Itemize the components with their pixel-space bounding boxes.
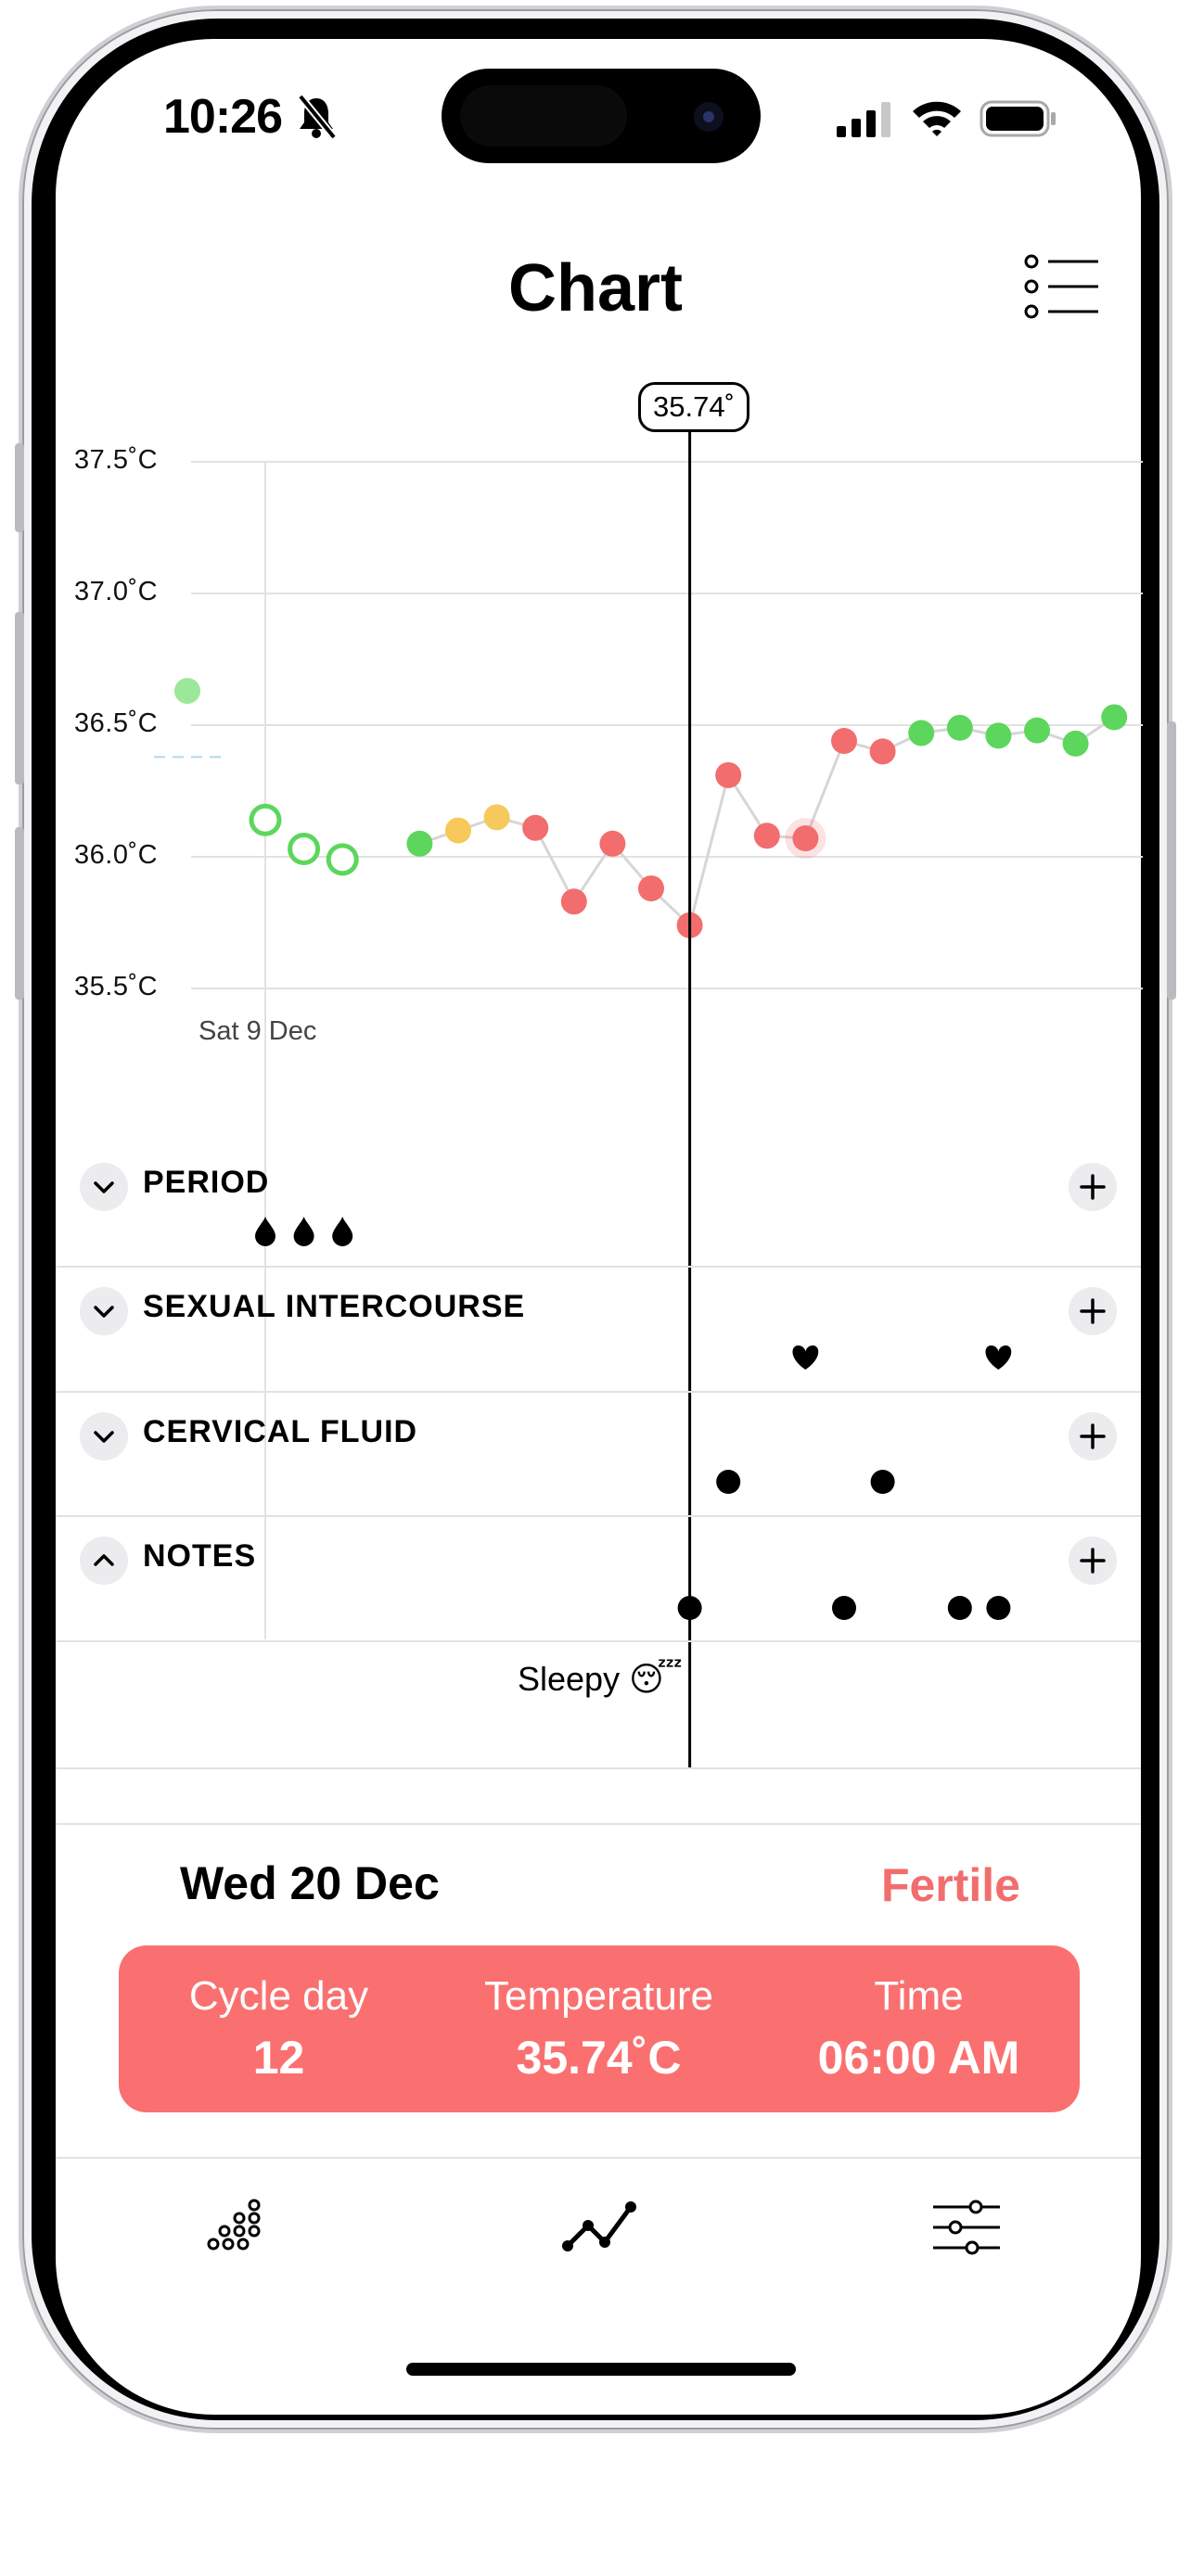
temperature-point — [288, 832, 321, 865]
temperature-point — [249, 803, 282, 836]
temperature-label: Temperature — [483, 1973, 713, 2019]
cycle-day-value: 12 — [252, 2032, 305, 2084]
temperature-point — [522, 814, 549, 841]
time-value: 06:00 AM — [817, 2032, 1020, 2084]
section-notes: NOTES — [56, 1518, 1141, 1642]
temperature-column: Temperature 35.74˚C — [439, 1945, 759, 2112]
add-cervical-fluid-button[interactable] — [1069, 1412, 1117, 1460]
selected-date: Wed 20 Dec — [180, 1857, 440, 1909]
chevron-down-icon — [94, 1306, 114, 1318]
temperature-point — [1101, 704, 1128, 731]
temperature-point — [560, 888, 587, 915]
y-tick-label: 36.5˚C — [74, 708, 159, 738]
y-tick-label: 37.5˚C — [74, 445, 159, 475]
temperature-point — [326, 843, 359, 876]
sliders-icon — [933, 2200, 1000, 2255]
add-intercourse-button[interactable] — [1069, 1287, 1117, 1335]
dots-grid-icon — [207, 2199, 261, 2251]
summary-top-divider — [56, 1823, 1141, 1825]
y-tick-label: 36.0˚C — [74, 840, 159, 870]
temperature-point — [869, 738, 896, 765]
temperature-point — [753, 823, 780, 849]
add-period-button[interactable] — [1069, 1163, 1117, 1211]
temperature-point — [445, 817, 471, 844]
tab-settings[interactable] — [931, 2198, 1002, 2262]
temperature-point — [985, 722, 1012, 749]
tab-chart[interactable] — [560, 2198, 638, 2262]
section-sexual-intercourse: SEXUAL INTERCOURSE — [56, 1269, 1141, 1393]
plus-icon — [1080, 1174, 1106, 1200]
chevron-up-icon — [94, 1554, 114, 1566]
temperature-point — [1024, 717, 1050, 744]
period-toggle-button[interactable] — [80, 1163, 128, 1211]
notes-toggle-button[interactable] — [80, 1537, 128, 1585]
temperature-line-segment — [688, 774, 730, 926]
app-screen: 10:26 Chart 37.5˚C 37.0˚C 36.5˚C 36.0˚C … — [0, 0, 1191, 2576]
previous-cycle-point — [174, 678, 200, 705]
x-tick-label: Sat 9 Dec — [198, 1016, 317, 1046]
section-divider — [56, 1515, 1141, 1517]
cycle-day-column: Cycle day 12 — [119, 1945, 439, 2112]
cycle-phase-label: Fertile — [880, 1859, 1020, 1911]
temperature-point — [1062, 730, 1089, 757]
section-period: PERIOD — [56, 1144, 1141, 1269]
period-section-title: PERIOD — [143, 1165, 270, 1200]
section-divider — [56, 1391, 1141, 1393]
intercourse-toggle-button[interactable] — [80, 1287, 128, 1335]
section-cervical-fluid: CERVICAL FLUID — [56, 1394, 1141, 1518]
temperature-point — [831, 728, 857, 755]
home-indicator[interactable] — [406, 2363, 796, 2376]
temperature-value: 35.74˚C — [516, 2032, 682, 2084]
time-column: Time 06:00 AM — [759, 1945, 1079, 2112]
temperature-point — [599, 830, 626, 857]
cycle-day-label: Cycle day — [188, 1973, 369, 2019]
chevron-down-icon — [94, 1181, 114, 1193]
cervical-fluid-section-title: CERVICAL FLUID — [143, 1414, 418, 1449]
plus-icon — [1080, 1548, 1106, 1574]
time-label: Time — [874, 1973, 964, 2019]
day-info-card[interactable]: Cycle day 12 Temperature 35.74˚C Time 06… — [119, 1945, 1080, 2112]
tab-bar-divider — [56, 2157, 1141, 2159]
tab-cycle-overview[interactable] — [206, 2198, 265, 2262]
plus-icon — [1080, 1423, 1106, 1449]
section-divider — [56, 1266, 1141, 1268]
intercourse-section-title: SEXUAL INTERCOURSE — [143, 1289, 526, 1324]
temperature-point — [638, 875, 664, 902]
temperature-point — [483, 804, 510, 831]
add-note-button[interactable] — [1069, 1537, 1117, 1585]
selected-value-tooltip: 35.74˚ — [638, 382, 749, 432]
section-divider — [56, 1640, 1141, 1642]
chevron-down-icon — [94, 1431, 114, 1443]
temperature-point — [792, 825, 819, 852]
y-tick-label: 37.0˚C — [74, 577, 159, 606]
y-tick-label: 35.5˚C — [74, 972, 159, 1001]
temperature-point — [715, 761, 742, 788]
cervical-fluid-toggle-button[interactable] — [80, 1412, 128, 1460]
selected-note-text: Sleepy 😴 — [518, 1660, 683, 1698]
temperature-point — [946, 714, 973, 741]
temperature-point — [908, 720, 935, 746]
chart-line-icon — [562, 2201, 636, 2251]
section-divider — [56, 1767, 1141, 1769]
plus-icon — [1080, 1298, 1106, 1324]
temperature-point — [406, 830, 433, 857]
notes-section-title: NOTES — [143, 1538, 257, 1574]
